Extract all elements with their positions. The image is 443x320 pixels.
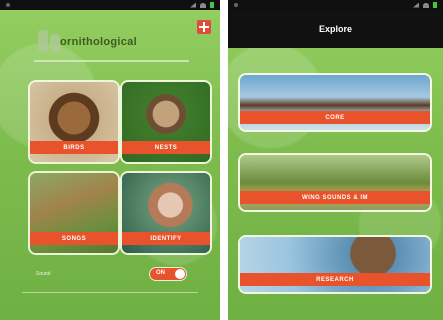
app-title-banner: ornithological [34, 24, 189, 62]
app-title: ornithological [60, 36, 137, 48]
tile-label: SONGS [30, 232, 118, 245]
signal-icon [413, 2, 419, 8]
status-bar [0, 0, 220, 10]
explore-card-research[interactable]: RESEARCH [240, 237, 430, 292]
category-tile-identify[interactable]: IDENTIFY [122, 173, 210, 253]
battery-icon [433, 2, 437, 8]
signal-icon [190, 2, 196, 8]
sound-toggle-row: Sound ON [36, 267, 186, 281]
category-tile-nests[interactable]: NESTS [122, 82, 210, 162]
tile-label: BIRDS [30, 141, 118, 154]
header-title: Explore [318, 24, 352, 34]
card-label: RESEARCH [240, 273, 430, 286]
bird-silhouette-icon [38, 30, 48, 52]
explore-card-core[interactable]: CORE [240, 75, 430, 130]
explore-screen: Explore CORE WING SOUNDS & IM RESEARCH [228, 0, 443, 320]
wifi-icon [200, 2, 206, 8]
explore-card-wing-sounds[interactable]: WING SOUNDS & IM [240, 155, 430, 210]
sound-toggle[interactable]: ON [150, 268, 186, 280]
bird-silhouette-icon [50, 34, 60, 52]
battery-icon [210, 2, 214, 8]
toggle-knob [175, 269, 185, 279]
footer-divider [22, 292, 198, 301]
home-screen: ornithological BIRDS NESTS SONGS IDENTIF… [0, 0, 220, 320]
tile-label: IDENTIFY [122, 232, 210, 245]
tile-label: NESTS [122, 141, 210, 154]
card-label: WING SOUNDS & IM [240, 191, 430, 204]
notification-icon [6, 3, 10, 7]
wifi-icon [423, 2, 429, 8]
category-tile-songs[interactable]: SONGS [30, 173, 118, 253]
toggle-state: ON [156, 270, 165, 276]
notification-icon [234, 3, 238, 7]
toggle-label: Sound [36, 271, 51, 277]
status-bar [228, 0, 443, 10]
explore-header: Explore [228, 10, 443, 48]
category-tile-birds[interactable]: BIRDS [30, 82, 118, 162]
plus-icon[interactable] [197, 20, 211, 34]
card-label: CORE [240, 111, 430, 124]
